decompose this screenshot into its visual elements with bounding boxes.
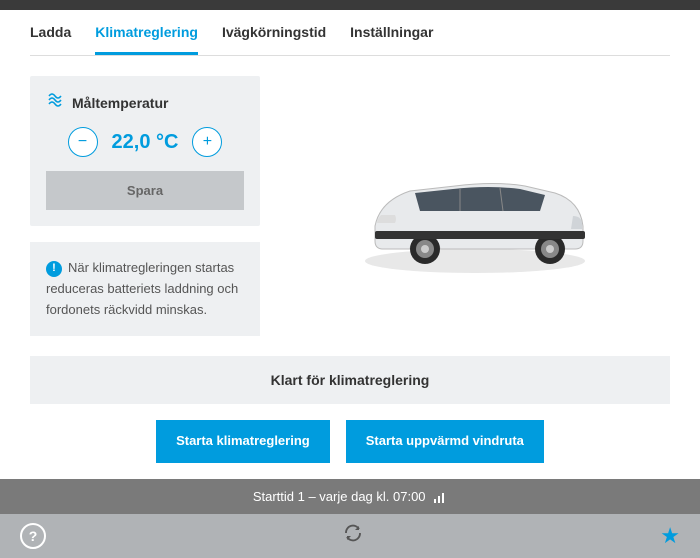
temperature-title: Måltemperatur — [72, 95, 168, 111]
climate-icon — [46, 92, 64, 113]
refresh-icon[interactable] — [342, 522, 364, 550]
temperature-controls: − 22,0 °C + — [46, 127, 244, 157]
start-windshield-button[interactable]: Starta uppvärmd vindruta — [346, 420, 544, 462]
temperature-value: 22,0 °C — [112, 131, 179, 154]
increase-button[interactable]: + — [192, 127, 222, 157]
tab-departure[interactable]: Ivägkörningstid — [222, 24, 326, 55]
main-content: Ladda Klimatreglering Ivägkörningstid In… — [0, 10, 700, 479]
status-text: Klart för klimatreglering — [271, 372, 430, 388]
tab-charge[interactable]: Ladda — [30, 24, 71, 55]
save-button[interactable]: Spara — [46, 171, 244, 210]
start-climate-button[interactable]: Starta klimatreglering — [156, 420, 330, 462]
status-bar: Klart för klimatreglering — [30, 356, 670, 404]
tab-settings[interactable]: Inställningar — [350, 24, 433, 55]
schedule-bar[interactable]: Starttid 1 – varje dag kl. 07:00 — [0, 479, 700, 514]
left-column: Måltemperatur − 22,0 °C + Spara !När kli… — [30, 76, 260, 336]
temperature-card: Måltemperatur − 22,0 °C + Spara — [30, 76, 260, 226]
tab-bar: Ladda Klimatreglering Ivägkörningstid In… — [30, 10, 670, 56]
schedule-icon — [433, 491, 447, 503]
info-icon: ! — [46, 261, 62, 277]
car-image-area — [280, 76, 670, 336]
action-buttons: Starta klimatreglering Starta uppvärmd v… — [30, 404, 670, 478]
schedule-text: Starttid 1 – varje dag kl. 07:00 — [253, 489, 426, 504]
info-text: När klimatregleringen startas reduceras … — [46, 260, 238, 317]
bottom-toolbar: ? ★ — [0, 514, 700, 558]
car-image — [345, 131, 605, 281]
main-row: Måltemperatur − 22,0 °C + Spara !När kli… — [30, 56, 670, 356]
top-stripe — [0, 0, 700, 10]
tab-climate[interactable]: Klimatreglering — [95, 24, 198, 55]
info-card: !När klimatregleringen startas reduceras… — [30, 242, 260, 336]
temperature-title-row: Måltemperatur — [46, 92, 244, 113]
decrease-button[interactable]: − — [68, 127, 98, 157]
